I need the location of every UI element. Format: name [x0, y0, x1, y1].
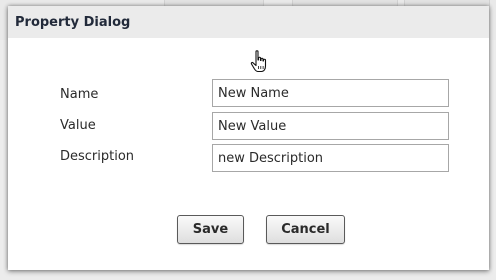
dialog-title-tab: Property Dialog	[8, 6, 145, 38]
cancel-button[interactable]: Cancel	[266, 215, 345, 244]
dialog-title: Property Dialog	[15, 15, 131, 30]
dialog-header[interactable]: Property Dialog	[8, 6, 489, 38]
save-button[interactable]: Save	[177, 215, 244, 244]
property-dialog: Property Dialog Name Value Description S…	[8, 6, 489, 270]
name-label: Name	[60, 87, 99, 102]
name-input[interactable]	[212, 79, 449, 107]
value-label: Value	[60, 118, 96, 133]
description-label: Description	[60, 149, 135, 164]
description-input[interactable]	[212, 144, 449, 172]
value-input[interactable]	[212, 112, 449, 140]
